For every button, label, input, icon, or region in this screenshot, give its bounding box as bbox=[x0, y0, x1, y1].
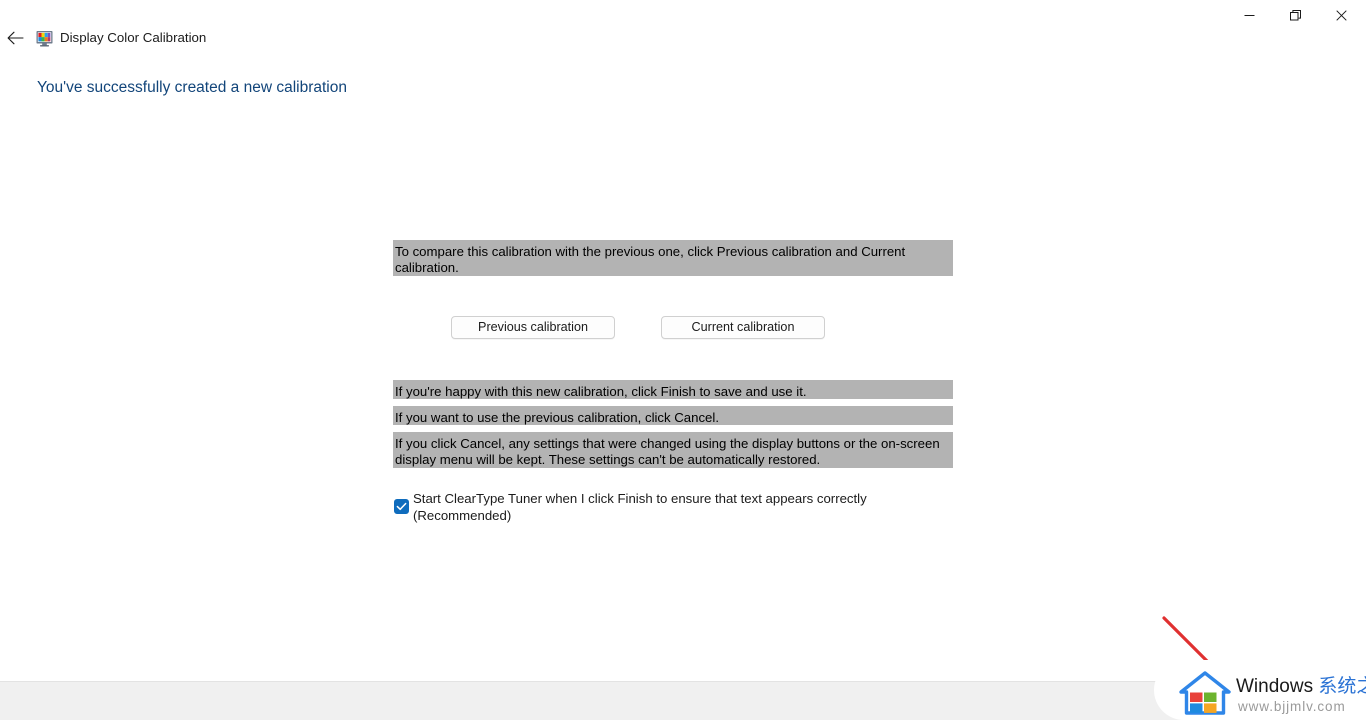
windows-house-logo-icon bbox=[1178, 670, 1232, 716]
maximize-button[interactable] bbox=[1272, 0, 1318, 30]
instruction-cancel: If you want to use the previous calibrat… bbox=[393, 406, 953, 425]
minimize-button[interactable] bbox=[1226, 0, 1272, 30]
previous-calibration-button[interactable]: Previous calibration bbox=[451, 316, 615, 339]
restore-icon bbox=[1289, 9, 1301, 20]
back-arrow-icon bbox=[7, 31, 24, 45]
watermark-brand-en: Windows bbox=[1236, 676, 1319, 697]
cleartype-checkbox-label: Start ClearType Tuner when I click Finis… bbox=[413, 491, 867, 523]
cleartype-checkbox[interactable] bbox=[394, 499, 409, 514]
watermark-brand-cn: 系统之家 bbox=[1318, 676, 1366, 697]
title-bar: Display Color Calibration bbox=[0, 0, 1366, 56]
current-calibration-button[interactable]: Current calibration bbox=[661, 316, 825, 339]
back-button[interactable] bbox=[3, 26, 27, 50]
watermark-brand: Windows 系统之家 bbox=[1236, 676, 1366, 698]
instruction-finish: If you're happy with this new calibratio… bbox=[393, 380, 953, 399]
minimize-icon bbox=[1244, 14, 1254, 16]
close-icon bbox=[1335, 9, 1347, 21]
instruction-warning: If you click Cancel, any settings that w… bbox=[393, 432, 953, 468]
page-title: You've successfully created a new calibr… bbox=[37, 79, 347, 96]
instruction-compare: To compare this calibration with the pre… bbox=[393, 240, 953, 276]
monitor-color-icon bbox=[36, 30, 53, 47]
close-button[interactable] bbox=[1318, 0, 1364, 30]
window-title: Display Color Calibration bbox=[60, 30, 207, 45]
watermark-url: www.bjjmlv.com bbox=[1238, 699, 1346, 714]
site-watermark: Windows 系统之家 www.bjjmlv.com bbox=[1154, 660, 1366, 720]
calibration-button-row: Previous calibration Current calibration bbox=[393, 316, 953, 340]
checkmark-icon bbox=[396, 502, 407, 511]
